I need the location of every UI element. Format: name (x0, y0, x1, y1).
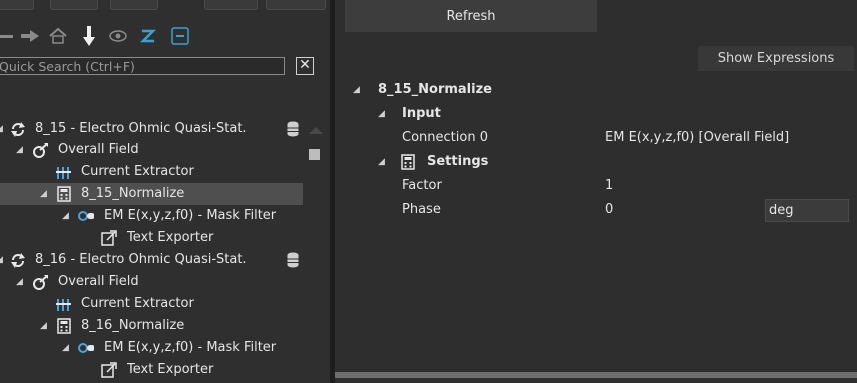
export-icon (101, 230, 117, 246)
tree-item-label: Text Exporter (127, 230, 214, 245)
toolbar-button-1[interactable] (0, 0, 34, 10)
properties-panel: Refresh Show Expressions ◢ 8_15_Normaliz… (335, 0, 857, 383)
settings-group-label: Settings (427, 154, 489, 169)
toolbar-button-2[interactable] (50, 0, 98, 10)
horizontal-scrollbar[interactable] (335, 372, 857, 378)
expanded-triangle-icon[interactable]: ◢ (378, 103, 385, 125)
cycle-icon (10, 121, 26, 137)
eye-icon[interactable] (108, 26, 128, 46)
calculator-icon (56, 318, 72, 334)
arrow-left-icon[interactable] (0, 26, 16, 46)
expanded-triangle-icon[interactable]: ◢ (62, 205, 69, 227)
show-expressions-button[interactable]: Show Expressions (698, 46, 854, 71)
expanded-triangle-icon[interactable]: ◢ (378, 151, 385, 173)
project-tree-panel: ✕ ◢ 8_15 - Electro Ohmic Quasi-Stat. ◢ O… (0, 0, 330, 383)
tree-item-current-extractor[interactable]: Current Extractor (0, 293, 300, 315)
calculator-icon (56, 186, 72, 202)
arrow-right-icon[interactable] (20, 26, 40, 46)
tree-item-mask-filter[interactable]: ◢ EM E(x,y,z,f0) - Mask Filter (0, 205, 300, 227)
mask-filter-icon (78, 340, 94, 356)
tree-item-label: 8_16_Normalize (81, 318, 185, 333)
phase-label: Phase (402, 202, 441, 217)
extractor-icon (56, 164, 72, 180)
export-icon (101, 362, 117, 378)
expanded-triangle-icon[interactable]: ◢ (62, 337, 69, 359)
expanded-triangle-icon[interactable]: ◢ (16, 271, 23, 293)
tree-item-label: 8_16 - Electro Ohmic Quasi-Stat. (35, 252, 247, 267)
tree-item-8-15[interactable]: ◢ 8_15 - Electro Ohmic Quasi-Stat. (0, 118, 300, 140)
tree-item-text-exporter[interactable]: Text Exporter (0, 359, 300, 381)
connection-row[interactable]: Connection 0 EM E(x,y,z,f0) [Overall Fie… (335, 127, 855, 149)
toolbar-button-3[interactable] (110, 0, 158, 10)
expanded-triangle-icon[interactable]: ◢ (0, 118, 3, 140)
factor-row[interactable]: Factor 1 (335, 175, 855, 197)
tree-item-label: Current Extractor (81, 164, 194, 179)
tree-item-label: 8_15 - Electro Ohmic Quasi-Stat. (35, 121, 247, 136)
expanded-triangle-icon[interactable]: ◢ (40, 183, 47, 205)
tree-item-overall-field[interactable]: ◢ Overall Field (0, 271, 300, 293)
expanded-triangle-icon[interactable]: ◢ (40, 315, 47, 337)
connection-label: Connection 0 (402, 130, 488, 145)
tree-scrollbar[interactable] (306, 122, 326, 262)
tree-item-label: EM E(x,y,z,f0) - Mask Filter (104, 208, 277, 223)
mask-filter-icon (78, 208, 94, 224)
tree-item-label: Overall Field (58, 142, 139, 157)
factor-label: Factor (402, 178, 442, 193)
quick-search-input[interactable] (0, 58, 286, 74)
collapse-all-icon[interactable] (170, 26, 190, 46)
tree-item-current-extractor[interactable]: Current Extractor (0, 161, 300, 183)
expanded-triangle-icon[interactable]: ◢ (16, 139, 23, 161)
database-icon (287, 252, 299, 268)
refresh-button[interactable]: Refresh (345, 0, 597, 32)
tree-item-label: Current Extractor (81, 296, 194, 311)
toolbar-button-4[interactable] (204, 0, 258, 10)
input-group-label: Input (402, 106, 441, 121)
phase-value[interactable]: 0 (605, 199, 613, 221)
quick-search-box[interactable] (0, 57, 286, 75)
factor-value[interactable]: 1 (605, 175, 613, 197)
toolbar-button-5[interactable] (266, 0, 326, 10)
z-axis-icon[interactable] (138, 26, 158, 46)
cycle-icon (10, 252, 26, 268)
database-icon (287, 121, 299, 137)
property-root-label: 8_15_Normalize (378, 82, 492, 97)
expanded-triangle-icon[interactable]: ◢ (0, 249, 3, 271)
tree-item-label: Overall Field (58, 274, 139, 289)
tree-item-mask-filter[interactable]: ◢ EM E(x,y,z,f0) - Mask Filter (0, 337, 300, 359)
home-icon[interactable] (48, 26, 68, 46)
tree-item-8-16[interactable]: ◢ 8_16 - Electro Ohmic Quasi-Stat. (0, 249, 300, 271)
field-icon (32, 274, 48, 290)
field-icon (32, 142, 48, 158)
tree-item-overall-field[interactable]: ◢ Overall Field (0, 139, 300, 161)
clear-search-button[interactable]: ✕ (296, 57, 314, 75)
tree-item-label: Text Exporter (127, 362, 214, 377)
extractor-icon (56, 296, 72, 312)
tree-item-label: EM E(x,y,z,f0) - Mask Filter (104, 340, 277, 355)
phase-unit-field[interactable]: deg (765, 199, 849, 222)
tree-item-label: 8_15_Normalize (81, 186, 185, 201)
arrow-down-icon[interactable] (79, 26, 99, 46)
tree-item-8-16-normalize[interactable]: ◢ 8_16_Normalize (0, 315, 300, 337)
tree-item-8-15-normalize[interactable]: ◢ 8_15_Normalize (0, 183, 303, 205)
connection-value[interactable]: EM E(x,y,z,f0) [Overall Field] (605, 127, 789, 149)
expanded-triangle-icon[interactable]: ◢ (353, 79, 360, 101)
tree-item-text-exporter[interactable]: Text Exporter (0, 227, 300, 249)
